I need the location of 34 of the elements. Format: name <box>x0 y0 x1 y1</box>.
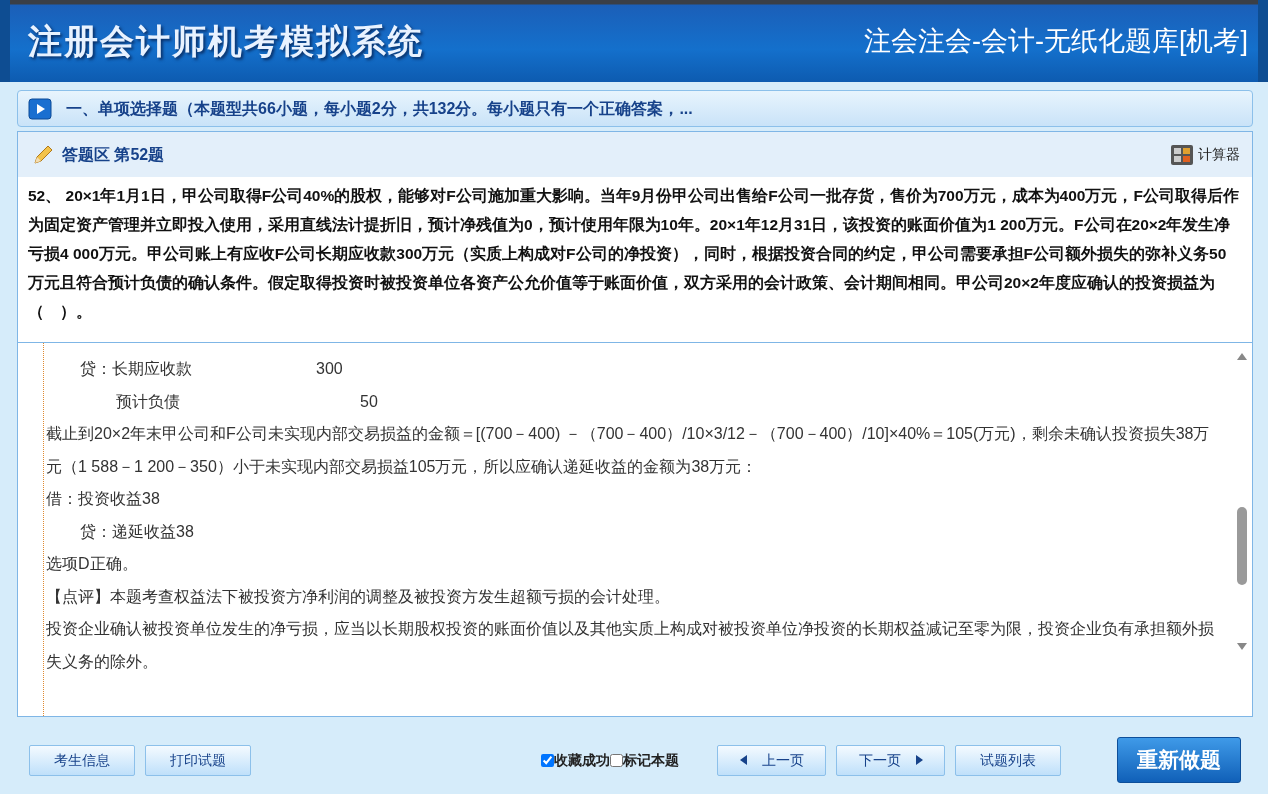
entry-account: 贷：递延收益38 <box>80 521 195 542</box>
entry-account: 贷：长期应收款 <box>80 359 193 379</box>
checkbox-label[interactable]: 标记本题 <box>623 749 679 771</box>
answer-area-title: 答题区 第52题 <box>62 144 165 165</box>
previous-page-button[interactable]: 上一页 <box>717 744 826 776</box>
calculator-button[interactable]: 计算器 <box>1170 143 1240 166</box>
entry-amount: 300 <box>316 359 343 379</box>
entry-account: 预计负债 <box>116 391 181 412</box>
next-page-button[interactable]: 下一页 <box>836 744 945 776</box>
footer-button[interactable]: 考生信息 <box>29 744 135 776</box>
entry-amount: 50 <box>360 391 378 412</box>
pencil-icon <box>32 143 54 166</box>
checkbox[interactable] <box>610 753 623 767</box>
left-triangle-icon <box>739 755 748 765</box>
question-list-button[interactable]: 试题列表 <box>955 744 1061 776</box>
redo-button[interactable]: 重新做题 <box>1117 737 1241 783</box>
explanation-line: 选项D正确。 <box>46 554 139 574</box>
section-title: 一、单项选择题（本题型共66小题，每小题2分，共132分。每小题只有一个正确答案，... <box>66 98 693 119</box>
calculator-icon <box>1170 143 1194 166</box>
scroll-down-icon[interactable] <box>1236 642 1248 652</box>
scrollbar-thumb[interactable] <box>1237 507 1247 585</box>
exam-title: 注会注会-会计-无纸化题库[机考] <box>864 24 1248 58</box>
explanation-line: 借：投资收益38 <box>46 489 161 509</box>
scroll-up-icon[interactable] <box>1236 351 1248 361</box>
explanation-line: 投资企业确认被投资单位发生的净亏损，应当以长期股权投资的账面价值以及其他实质上构成对被投资单位净投资的长期权益减记至零为限，投资企业负有承担额外损失义务的除外。 <box>46 619 1215 672</box>
right-triangle-icon <box>914 755 923 765</box>
explanation-line: 截止到20×2年末甲公司和F公司未实现内部交易损益的金额＝[(700－400) －（700－400）/10×3/12－（700－400）/10]×40%＝105(万元)，剩余未确认投资损失38万元（1 588－1 200－350）小于未实现内部交易损益105万元，所以应确认递延收益的金额为38万元： <box>46 424 1211 477</box>
footer-button[interactable]: 打印试题 <box>145 744 251 776</box>
app-title: 注册会计师机考模拟系统 <box>28 20 424 62</box>
play-icon <box>28 97 52 120</box>
checkbox[interactable] <box>541 753 554 767</box>
question-text: 52、 20×1年1月1日，甲公司取得F公司40%的股权，能够对F公司施加重大影响。当年9月份甲公司出售给F公司一批存货，售价为700万元，成本为400万元，F公司取得后作为固定资产管理并立即投入使用，采用直线法计提折旧，预计净残值为0，预计使用年限为10年。20×1年12月31日，该投资的账面价值为1 200万元。F公司在20×2年发生净亏损4 000万元。甲公司账上有应收F公司长期应收款300万元（实质上构成对F公司的净投资），同时，根据投资合同的约定，甲公司需要承担F公司额外损失的弥补义务50万元且符合预计负债的确认条件。假定取得投资时被投资单位各资产公允价值等于账面价值，双方采用的会计政策、会计期间相同。甲公司20×2年度应确认的投资损益为（ ）。 <box>18 177 1252 343</box>
checkbox-label[interactable]: 收藏成功 <box>554 749 610 771</box>
explanation-line: 【点评】本题考查权益法下被投资方净利润的调整及被投资方发生超额亏损的会计处理。 <box>46 586 671 607</box>
